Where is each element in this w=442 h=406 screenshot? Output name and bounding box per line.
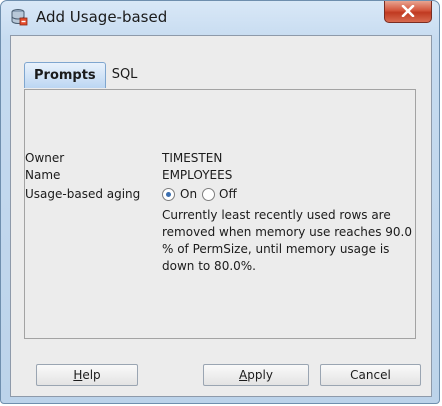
usage-aging-label: Usage-based aging: [25, 187, 141, 201]
aging-off-label[interactable]: Off: [219, 187, 237, 201]
tab-sql[interactable]: SQL: [106, 62, 144, 88]
close-button[interactable]: [384, 1, 432, 23]
name-value: EMPLOYEES: [162, 168, 233, 182]
aging-on-radio[interactable]: [162, 188, 175, 201]
help-mnemonic: H: [73, 368, 83, 382]
tab-prompts[interactable]: Prompts: [24, 62, 106, 88]
tab-bar: Prompts SQL: [24, 62, 143, 90]
apply-button[interactable]: Apply: [203, 364, 309, 386]
aging-description: Currently least recently used rows are r…: [162, 208, 413, 273]
database-icon: [10, 8, 28, 26]
owner-label: Owner: [25, 151, 65, 165]
window-title: Add Usage-based: [36, 8, 168, 26]
apply-label-rest: pply: [247, 368, 273, 382]
name-label: Name: [25, 168, 61, 182]
aging-on-label[interactable]: On: [180, 187, 197, 201]
title-bar[interactable]: Add Usage-based: [1, 1, 439, 35]
help-label-rest: elp: [82, 368, 101, 382]
aging-off-radio[interactable]: [202, 188, 215, 201]
apply-mnemonic: A: [239, 368, 248, 382]
help-button[interactable]: Help: [36, 364, 138, 386]
close-icon: [401, 2, 415, 21]
owner-value: TIMESTEN: [162, 151, 223, 165]
cancel-button[interactable]: Cancel: [320, 364, 421, 386]
